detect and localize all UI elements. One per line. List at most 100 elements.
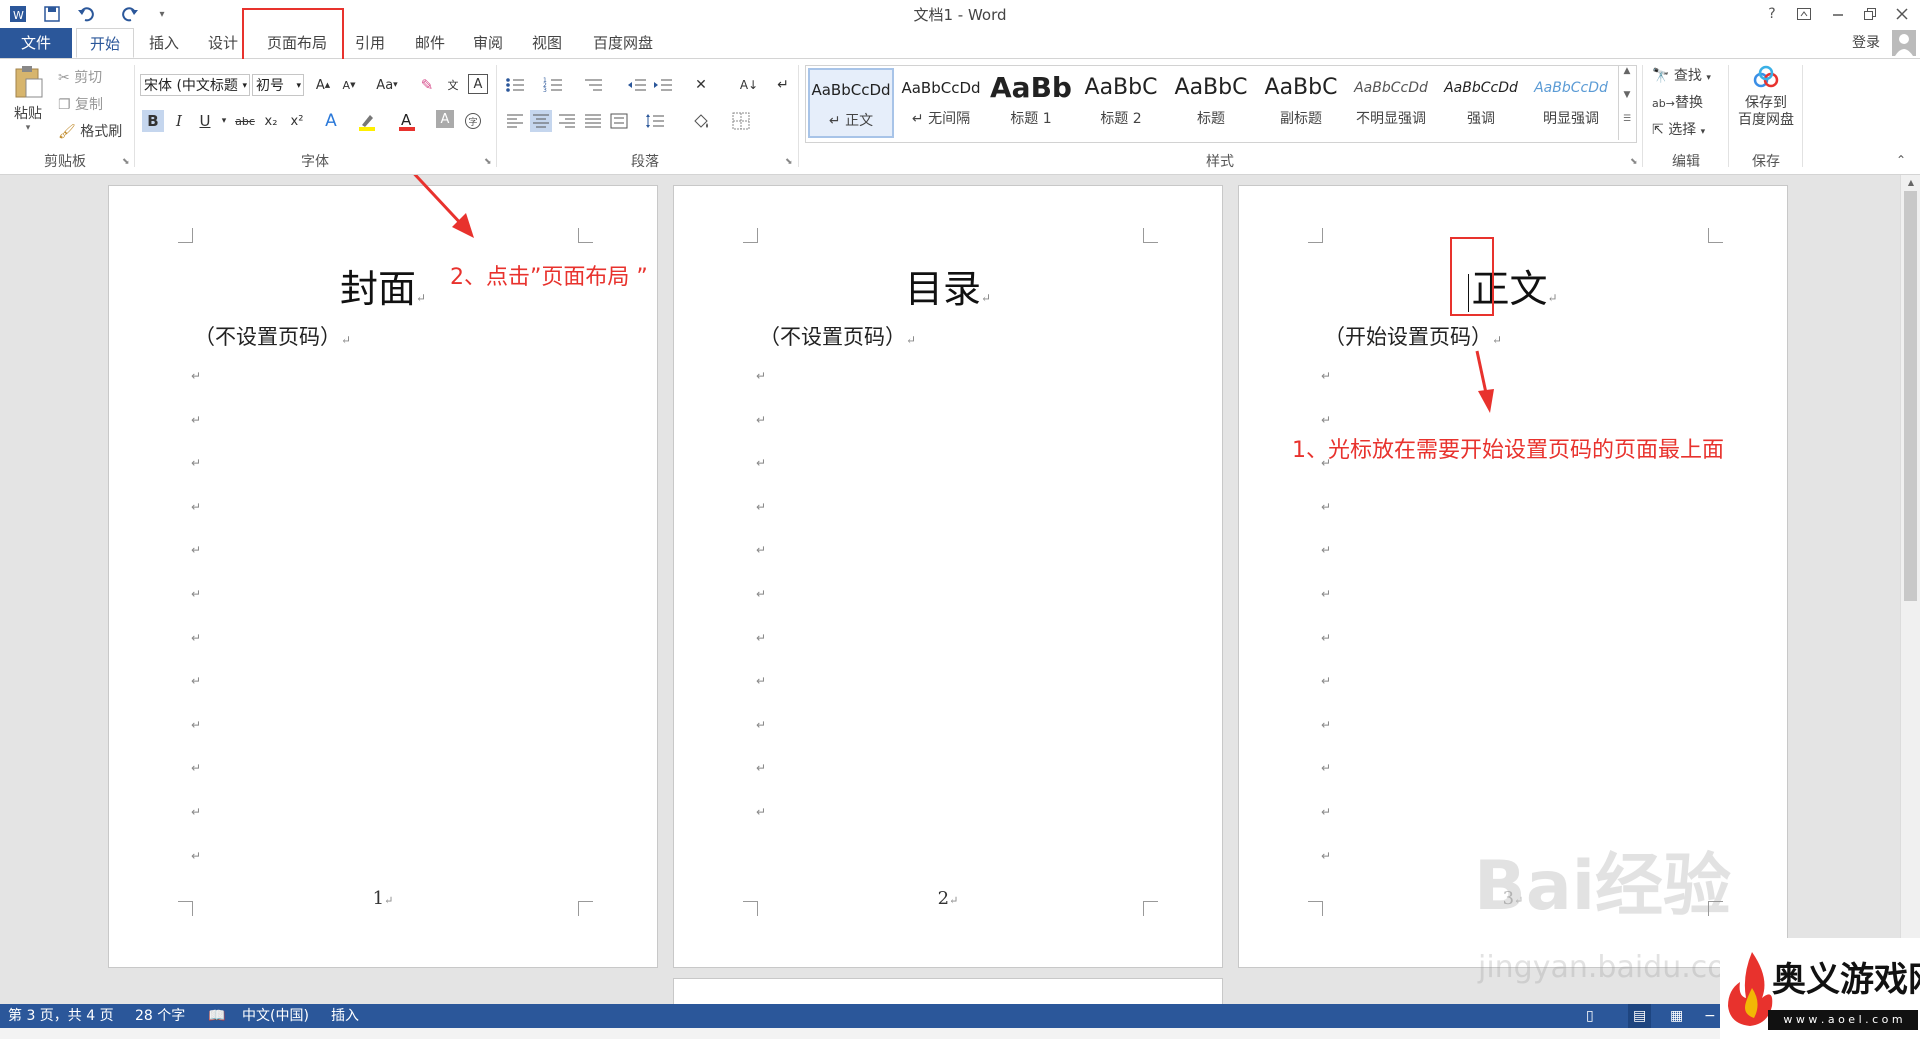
italic-button[interactable]: I (168, 110, 190, 132)
ribbon-display-options-icon[interactable] (1792, 3, 1816, 25)
document-page-4[interactable] (673, 978, 1223, 1004)
font-name-combo[interactable]: 宋体 (中文标题 ▾ (140, 74, 250, 96)
proofing-icon[interactable]: 📖 (208, 1004, 225, 1028)
tab-baidu-netdisk[interactable]: 百度网盘 (588, 28, 658, 58)
highlight-icon[interactable] (356, 110, 378, 132)
style-subtle-emphasis[interactable]: AaBbCcDd 不明显强调 (1348, 68, 1434, 138)
word-count-status[interactable]: 28 个字 (135, 1004, 185, 1028)
line-spacing-icon[interactable] (644, 110, 666, 132)
change-case-button[interactable]: Aa ▾ (370, 74, 404, 96)
read-mode-icon[interactable]: ▯ (1586, 1004, 1594, 1028)
page-number: 2↵ (937, 888, 959, 909)
align-right-icon[interactable] (556, 110, 578, 132)
tab-review[interactable]: 审阅 (468, 28, 508, 58)
save-label-line2: 百度网盘 (1738, 112, 1794, 128)
restore-icon[interactable] (1858, 3, 1882, 25)
minimize-icon[interactable] (1826, 3, 1850, 25)
style-subtitle[interactable]: AaBbC 副标题 (1258, 68, 1344, 138)
bullets-icon[interactable] (504, 74, 526, 96)
cut-button[interactable]: ✂ 剪切 (58, 67, 102, 87)
find-button[interactable]: 🔭 查找 ▾ (1652, 65, 1711, 85)
style-no-spacing[interactable]: AaBbCcDd ↵ 无间隔 (898, 68, 984, 138)
enclose-characters-icon[interactable]: 字 (462, 110, 484, 132)
save-to-baidu-button[interactable]: 保存到 百度网盘 (1734, 65, 1798, 129)
style-emphasis[interactable]: AaBbCcDd 强调 (1438, 68, 1524, 138)
character-shading-icon[interactable]: A (436, 110, 454, 128)
character-border-icon[interactable]: A (468, 74, 488, 94)
scroll-up-icon[interactable]: ▲ (1901, 175, 1920, 191)
styles-launcher-icon[interactable]: ⬊ (1630, 157, 1638, 167)
font-size-combo[interactable]: 初号 ▾ (252, 74, 304, 96)
shading-icon[interactable] (690, 110, 712, 132)
gallery-down-icon[interactable]: ▼ (1619, 90, 1635, 114)
style-title[interactable]: AaBbC 标题 (1168, 68, 1254, 138)
scrollbar-thumb[interactable] (1904, 191, 1917, 601)
justify-icon[interactable] (582, 110, 604, 132)
strikethrough-button[interactable]: abc (232, 110, 258, 132)
avatar[interactable] (1892, 30, 1916, 56)
print-layout-icon[interactable]: ▤ (1628, 1004, 1652, 1028)
site-logo: 奥义游戏网 w w w . a o e l . c o m (1720, 938, 1920, 1039)
style-heading-2[interactable]: AaBbC 标题 2 (1078, 68, 1164, 138)
sort-icon[interactable]: A↓ (738, 74, 760, 96)
chinese-layout-icon[interactable]: ✕ (690, 74, 712, 96)
tab-insert[interactable]: 插入 (144, 28, 184, 58)
subscript-button[interactable]: x₂ (260, 110, 282, 132)
web-layout-icon[interactable]: ▦ (1670, 1004, 1683, 1028)
style-intense-emphasis[interactable]: AaBbCcDd 明显强调 (1528, 68, 1614, 138)
tab-file[interactable]: 文件 (0, 28, 72, 58)
language-status[interactable]: 中文(中国) (242, 1004, 309, 1028)
close-icon[interactable] (1890, 3, 1914, 25)
show-marks-icon[interactable]: ↵ (772, 74, 794, 96)
paragraph-marks: ↵ ↵ ↵ ↵ ↵ ↵ ↵ ↵ ↵ ↵ ↵ (756, 369, 767, 819)
superscript-button[interactable]: x² (286, 110, 308, 132)
text-effects-icon[interactable]: A (320, 110, 342, 132)
font-color-icon[interactable]: A (396, 110, 418, 132)
bold-button[interactable]: B (142, 110, 164, 132)
format-painter-button[interactable]: 🖌 格式刷 (58, 121, 122, 141)
vertical-scrollbar[interactable]: ▲ (1900, 175, 1920, 1004)
font-launcher-icon[interactable]: ⬊ (484, 157, 492, 167)
insert-mode-status[interactable]: 插入 (331, 1004, 359, 1028)
style-normal[interactable]: AaBbCcDd ↵ 正文 (808, 68, 894, 138)
style-heading-1[interactable]: AaBb 标题 1 (988, 68, 1074, 138)
paste-button[interactable]: 粘贴 ▾ (8, 65, 48, 145)
signin-link[interactable]: 登录 (1846, 28, 1886, 58)
clipboard-launcher-icon[interactable]: ⬊ (122, 157, 130, 167)
paragraph-launcher-icon[interactable]: ⬊ (785, 157, 793, 167)
page-subtitle: （开始设置页码）↵ (1324, 325, 1503, 349)
help-button[interactable]: ? (1760, 3, 1784, 25)
replace-label: 替换 (1674, 95, 1703, 111)
document-page-1[interactable]: 封面↵ （不设置页码）↵ ↵ ↵ ↵ ↵ ↵ ↵ ↵ ↵ ↵ ↵ ↵ ↵ 1↵ (108, 185, 658, 968)
document-page-2[interactable]: 目录↵ （不设置页码）↵ ↵ ↵ ↵ ↵ ↵ ↵ ↵ ↵ ↵ ↵ ↵ 2↵ (673, 185, 1223, 968)
phonetic-guide-icon[interactable]: 文 (442, 74, 464, 96)
distributed-icon[interactable] (608, 110, 630, 132)
select-button[interactable]: ⇱ 选择 ▾ (1652, 119, 1705, 139)
grow-font-icon[interactable]: A ▲ (312, 74, 334, 96)
clear-formatting-icon[interactable]: ✎ (416, 74, 438, 96)
gallery-more-icon[interactable]: ☰ (1619, 114, 1635, 138)
page-count-status[interactable]: 第 3 页，共 4 页 (8, 1004, 114, 1028)
copy-icon: ❐ (58, 97, 71, 113)
paste-label: 粘贴 (14, 106, 42, 122)
tab-home[interactable]: 开始 (76, 28, 134, 58)
align-left-icon[interactable] (504, 110, 526, 132)
increase-indent-icon[interactable] (652, 74, 674, 96)
zoom-out-icon[interactable]: − (1704, 1004, 1716, 1028)
tab-design[interactable]: 设计 (203, 28, 243, 58)
tab-view[interactable]: 视图 (527, 28, 567, 58)
tab-references[interactable]: 引用 (350, 28, 390, 58)
numbering-icon[interactable]: 123 (542, 74, 564, 96)
decrease-indent-icon[interactable] (626, 74, 648, 96)
multilevel-list-icon[interactable] (582, 74, 604, 96)
collapse-ribbon-icon[interactable]: ⌃ (1896, 153, 1906, 167)
group-divider (1642, 65, 1643, 167)
copy-button[interactable]: ❐ 复制 (58, 94, 103, 114)
replace-button[interactable]: ab→替换 (1652, 92, 1703, 112)
tab-mailings[interactable]: 邮件 (410, 28, 450, 58)
gallery-up-icon[interactable]: ▲ (1619, 66, 1635, 90)
align-center-icon[interactable] (530, 110, 552, 132)
borders-icon[interactable] (730, 110, 752, 132)
scissors-icon: ✂ (58, 70, 70, 86)
shrink-font-icon[interactable]: A ▼ (338, 74, 360, 96)
